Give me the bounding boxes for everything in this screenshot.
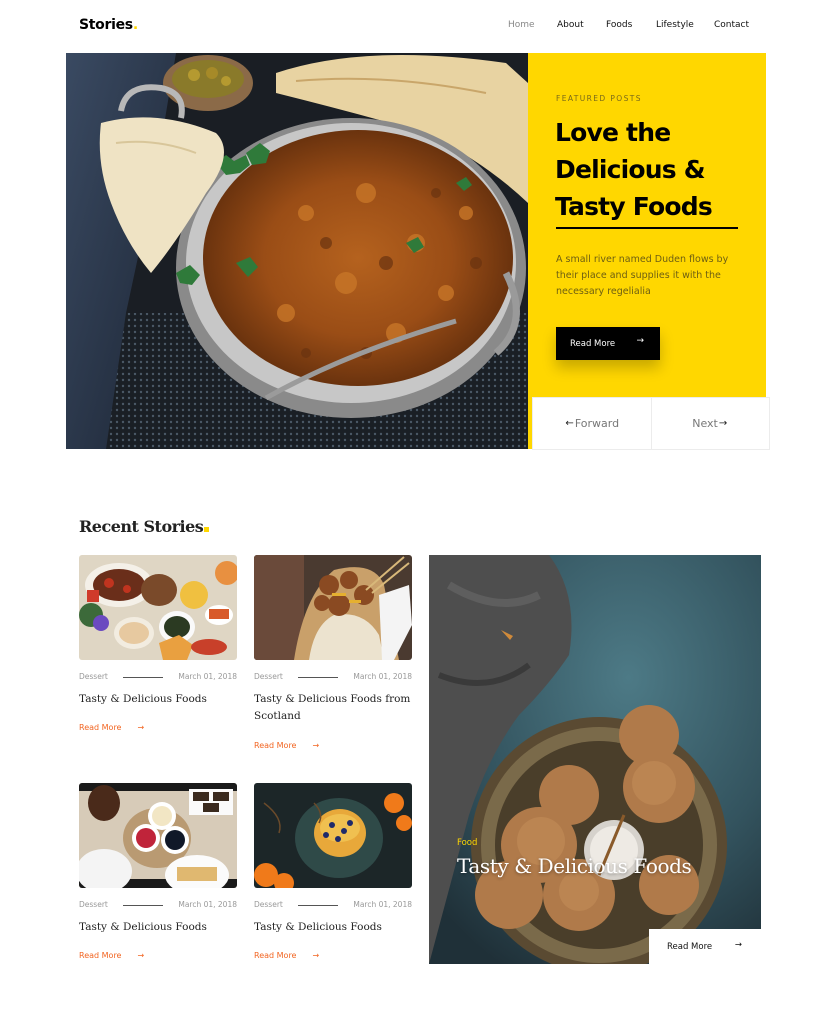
arrow-right-icon: →	[734, 940, 742, 950]
meta-divider	[298, 677, 338, 678]
story-category[interactable]: Dessert	[79, 672, 108, 681]
skewer-meat-photo-icon	[254, 555, 412, 660]
featured-panel	[528, 53, 766, 449]
story-thumbnail[interactable]	[79, 783, 237, 888]
story-title[interactable]: Tasty & Delicious Foods from Scotland	[254, 691, 414, 725]
cookies-plate-photo-icon	[429, 555, 761, 964]
logo-text: Stories	[79, 17, 133, 33]
hero-pager: ← Forward Next →	[532, 397, 770, 450]
pancakes-oranges-photo-icon	[254, 783, 412, 888]
read-more-link[interactable]: Read More →	[79, 723, 144, 732]
arrow-right-icon: →	[137, 951, 145, 960]
story-date: March 01, 2018	[353, 900, 412, 909]
feature-title[interactable]: Tasty & Delicious Foods	[457, 854, 692, 878]
story-date: March 01, 2018	[178, 672, 237, 681]
story-meta: Dessert March 01, 2018	[254, 672, 412, 682]
read-more-label: Read More	[254, 951, 297, 960]
story-card: Dessert March 01, 2018 Tasty & Delicious…	[79, 555, 237, 732]
read-more-link[interactable]: Read More →	[254, 741, 319, 750]
story-date: March 01, 2018	[178, 900, 237, 909]
feature-category[interactable]: Food	[457, 838, 477, 848]
read-more-link[interactable]: Read More →	[254, 951, 319, 960]
hero-title: Love the Delicious & Tasty Foods	[555, 118, 713, 221]
story-card: Dessert March 01, 2018 Tasty & Delicious…	[79, 783, 237, 960]
next-button[interactable]: Next →	[650, 398, 770, 449]
arrow-right-icon: →	[718, 418, 728, 429]
nav-contact[interactable]: Contact	[714, 20, 749, 30]
nav-about[interactable]: About	[557, 20, 584, 30]
section-title-text: Recent Stories	[79, 517, 204, 536]
story-meta: Dessert March 01, 2018	[254, 900, 412, 910]
nav-home[interactable]: Home	[508, 20, 535, 30]
curry-pan-photo-icon	[66, 53, 528, 449]
story-thumbnail[interactable]	[254, 783, 412, 888]
arrow-left-icon: ←	[565, 418, 574, 429]
story-title[interactable]: Tasty & Delicious Foods	[254, 919, 414, 936]
feature-read-more-button[interactable]: Read More →	[649, 929, 768, 965]
story-thumbnail[interactable]	[79, 555, 237, 660]
story-category[interactable]: Dessert	[254, 900, 283, 909]
story-date: March 01, 2018	[353, 672, 412, 681]
hero-read-more-button[interactable]: Read More →	[556, 327, 660, 360]
forward-label: Forward	[574, 417, 620, 430]
story-meta: Dessert March 01, 2018	[79, 672, 237, 682]
read-more-label: Read More	[254, 741, 297, 750]
arrow-right-icon: →	[312, 741, 320, 750]
site-logo[interactable]: Stories.	[79, 17, 138, 33]
read-more-label: Read More	[79, 723, 122, 732]
story-title[interactable]: Tasty & Delicious Foods	[79, 691, 239, 708]
title-accent-square	[204, 527, 210, 532]
breakfast-waffles-photo-icon	[79, 783, 237, 888]
story-meta: Dessert March 01, 2018	[79, 900, 237, 910]
meta-divider	[123, 905, 163, 906]
read-more-link[interactable]: Read More →	[79, 951, 144, 960]
title-underline	[556, 227, 738, 229]
story-card: Dessert March 01, 2018 Tasty & Delicious…	[254, 783, 412, 960]
section-title: Recent Stories	[79, 517, 210, 536]
feast-table-photo-icon	[79, 555, 237, 660]
story-category[interactable]: Dessert	[254, 672, 283, 681]
meta-divider	[123, 677, 163, 678]
arrow-right-icon: →	[137, 723, 145, 732]
story-category[interactable]: Dessert	[79, 900, 108, 909]
arrow-right-icon: →	[636, 336, 644, 346]
read-more-label: Read More	[79, 951, 122, 960]
meta-divider	[298, 905, 338, 906]
button-label: Read More	[667, 942, 713, 952]
nav-foods[interactable]: Foods	[606, 20, 632, 30]
arrow-right-icon: →	[312, 951, 320, 960]
story-title[interactable]: Tasty & Delicious Foods	[79, 919, 239, 936]
hero-description: A small river named Duden flows by their…	[556, 254, 729, 297]
featured-eyebrow: FEATURED POSTS	[556, 94, 642, 103]
hero-image	[66, 53, 528, 449]
forward-button[interactable]: ← Forward	[533, 398, 651, 449]
story-card: Dessert March 01, 2018 Tasty & Delicious…	[254, 555, 412, 750]
story-thumbnail[interactable]	[254, 555, 412, 660]
next-label: Next	[692, 417, 718, 430]
button-label: Read More	[570, 338, 616, 349]
featured-story-image[interactable]	[429, 555, 761, 964]
logo-dot: .	[132, 17, 138, 33]
nav-lifestyle[interactable]: Lifestyle	[656, 20, 694, 30]
